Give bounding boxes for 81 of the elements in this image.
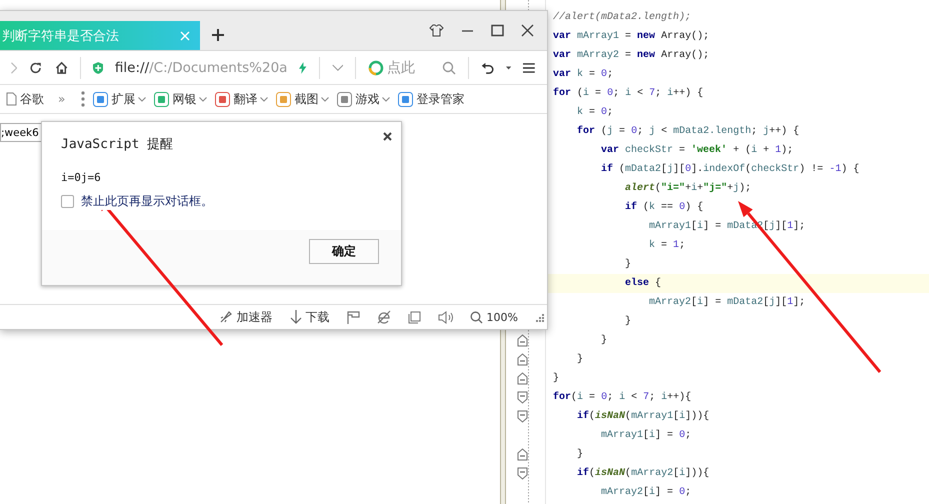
code-line: } — [600, 334, 608, 348]
checkbox[interactable] — [61, 195, 74, 208]
chevron-down-icon[interactable] — [321, 96, 330, 102]
code-line: for (i = 0; i < 7; i++) { — [552, 86, 704, 101]
close-icon[interactable] — [383, 132, 392, 141]
down-arrow-icon — [290, 310, 302, 324]
code-line: } — [552, 372, 560, 386]
speaker-icon[interactable] — [438, 310, 453, 324]
code-line: for(i = 0; i < 7; i++){ — [552, 390, 692, 405]
extension-item[interactable]: 游戏 — [337, 90, 390, 108]
shield-icon — [92, 60, 103, 76]
fold-marker-icon[interactable] — [516, 448, 528, 461]
fold-marker-icon[interactable] — [516, 372, 528, 385]
vertical-dots-icon[interactable] — [81, 91, 86, 107]
accelerator-button[interactable]: 加速器 — [218, 308, 273, 326]
code-line: if (mData2[j][0].indexOf(checkStr) != -1) { — [600, 162, 860, 177]
extension-icon — [276, 92, 292, 106]
extension-item[interactable]: 登录管家 — [398, 90, 464, 108]
search-icon[interactable] — [442, 60, 456, 74]
address-field[interactable]: file:///C:/Documents%20a — [114, 60, 288, 76]
window-icon[interactable] — [408, 310, 421, 324]
download-button[interactable]: 下载 — [290, 308, 330, 326]
code-line: k = 1; — [648, 238, 686, 253]
code-line: } — [576, 352, 584, 367]
fold-marker-icon[interactable] — [516, 334, 528, 347]
fold-marker-icon[interactable] — [516, 410, 528, 423]
ok-button[interactable]: 确定 — [309, 239, 379, 264]
code-line: } — [624, 258, 632, 272]
code-line: } — [576, 448, 584, 462]
extension-icon — [337, 92, 352, 106]
extension-icon — [93, 92, 108, 106]
resize-grip-icon[interactable] — [535, 312, 544, 322]
menu-icon[interactable] — [523, 60, 535, 74]
chevron-down-icon[interactable] — [138, 96, 146, 102]
extension-item[interactable]: 扩展 — [93, 90, 146, 108]
extension-icon — [398, 92, 414, 106]
code-line: mArray2[i] = 0; — [600, 486, 692, 500]
code-line: for (j = 0; j < mData2.length; j++) { — [576, 124, 800, 139]
flag-icon[interactable] — [346, 310, 360, 324]
extension-item[interactable]: 网银 — [154, 90, 208, 108]
chevron-down-icon[interactable] — [199, 96, 208, 102]
dialog-title: JavaScript 提醒 — [61, 136, 174, 153]
shirt-icon[interactable] — [429, 24, 444, 37]
code-line: var mArray2 = new Array(); — [552, 48, 710, 63]
code-line: var mArray1 = new Array(); — [552, 30, 710, 44]
fold-marker-icon[interactable] — [516, 391, 528, 404]
close-icon[interactable] — [521, 24, 534, 37]
extension-item[interactable]: 截图 — [276, 90, 330, 108]
code-line: mArray2[i] = mData2[j][1]; — [648, 296, 806, 310]
magnifier-icon — [470, 310, 483, 324]
fold-marker-icon[interactable] — [516, 353, 528, 366]
extension-item[interactable]: 翻译 — [215, 90, 268, 108]
rocket-icon — [218, 310, 233, 324]
zoom-button[interactable]: 100% — [470, 310, 518, 324]
overflow-chevron[interactable]: » — [58, 92, 66, 106]
code-line: } — [624, 314, 632, 329]
code-line: if(isNaN(mArray1[i])){ — [576, 410, 710, 424]
maximize-icon[interactable] — [491, 24, 504, 37]
extension-icon — [154, 92, 170, 106]
circle-logo-icon — [368, 60, 384, 76]
bookmark-item[interactable]: 谷歌 — [6, 90, 44, 108]
extension-icon — [215, 92, 230, 106]
code-line: if(isNaN(mArray2[i])){ — [576, 466, 710, 481]
code-line: var k = 0; — [552, 68, 614, 82]
search-field[interactable]: 点此 — [387, 60, 440, 76]
code-line: //alert(mData2.length); — [552, 10, 692, 25]
fold-marker-icon[interactable] — [516, 467, 528, 480]
code-line: alert("i="+i+"j="+j); — [624, 182, 752, 196]
chevron-down-icon[interactable] — [332, 62, 344, 72]
caret-icon[interactable] — [506, 66, 512, 70]
code-line: k = 0; — [576, 106, 614, 120]
code-line: if (k == 0) { — [624, 200, 704, 215]
plus-icon[interactable] — [212, 29, 224, 41]
dialog-message: i=0j=6 — [61, 171, 102, 184]
chevron-down-icon[interactable] — [382, 96, 390, 102]
page-icon — [6, 92, 17, 106]
browser-logo-icon[interactable] — [376, 310, 391, 324]
code-line: mArray1[i] = 0; — [600, 428, 692, 443]
code-line: var checkStr = 'week' + (i + 1); — [600, 144, 794, 158]
lightning-icon[interactable] — [299, 60, 307, 76]
chevron-down-icon[interactable] — [260, 96, 268, 102]
